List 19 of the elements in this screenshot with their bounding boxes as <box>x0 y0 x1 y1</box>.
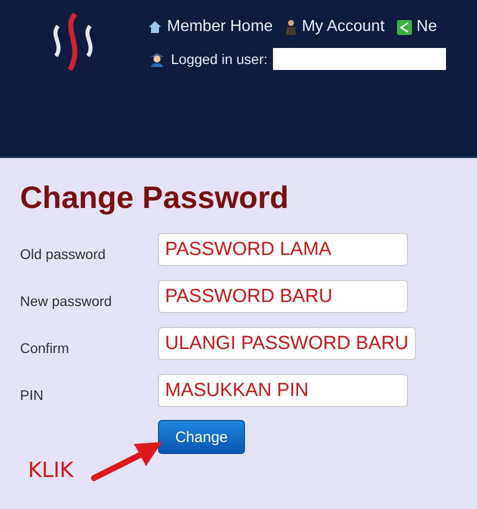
field-label: New password <box>20 292 113 308</box>
field-label: Confirm <box>20 338 70 356</box>
user-icon <box>148 51 166 67</box>
nav-link[interactable]: Ne <box>396 18 437 36</box>
nav-link[interactable]: Member Home <box>148 18 273 36</box>
page-title: Change Password <box>20 180 290 216</box>
user-label: Logged in user: <box>171 51 268 67</box>
field-label: Old password <box>20 244 107 262</box>
house-icon <box>148 20 162 34</box>
nav-link[interactable]: My Account <box>284 18 385 36</box>
input-field[interactable]: ULANGI PASSWORD BARU <box>158 327 416 360</box>
share-icon <box>396 20 412 34</box>
person-icon <box>284 19 297 35</box>
input-field[interactable]: PASSWORD LAMA <box>158 233 408 266</box>
change-button[interactable]: Change <box>158 420 245 454</box>
annotation-text: KLIK <box>28 458 74 482</box>
field-label: PIN <box>20 386 44 402</box>
input-field[interactable]: MASUKKAN PIN <box>158 374 408 407</box>
input-field[interactable]: PASSWORD BARU <box>158 280 408 313</box>
